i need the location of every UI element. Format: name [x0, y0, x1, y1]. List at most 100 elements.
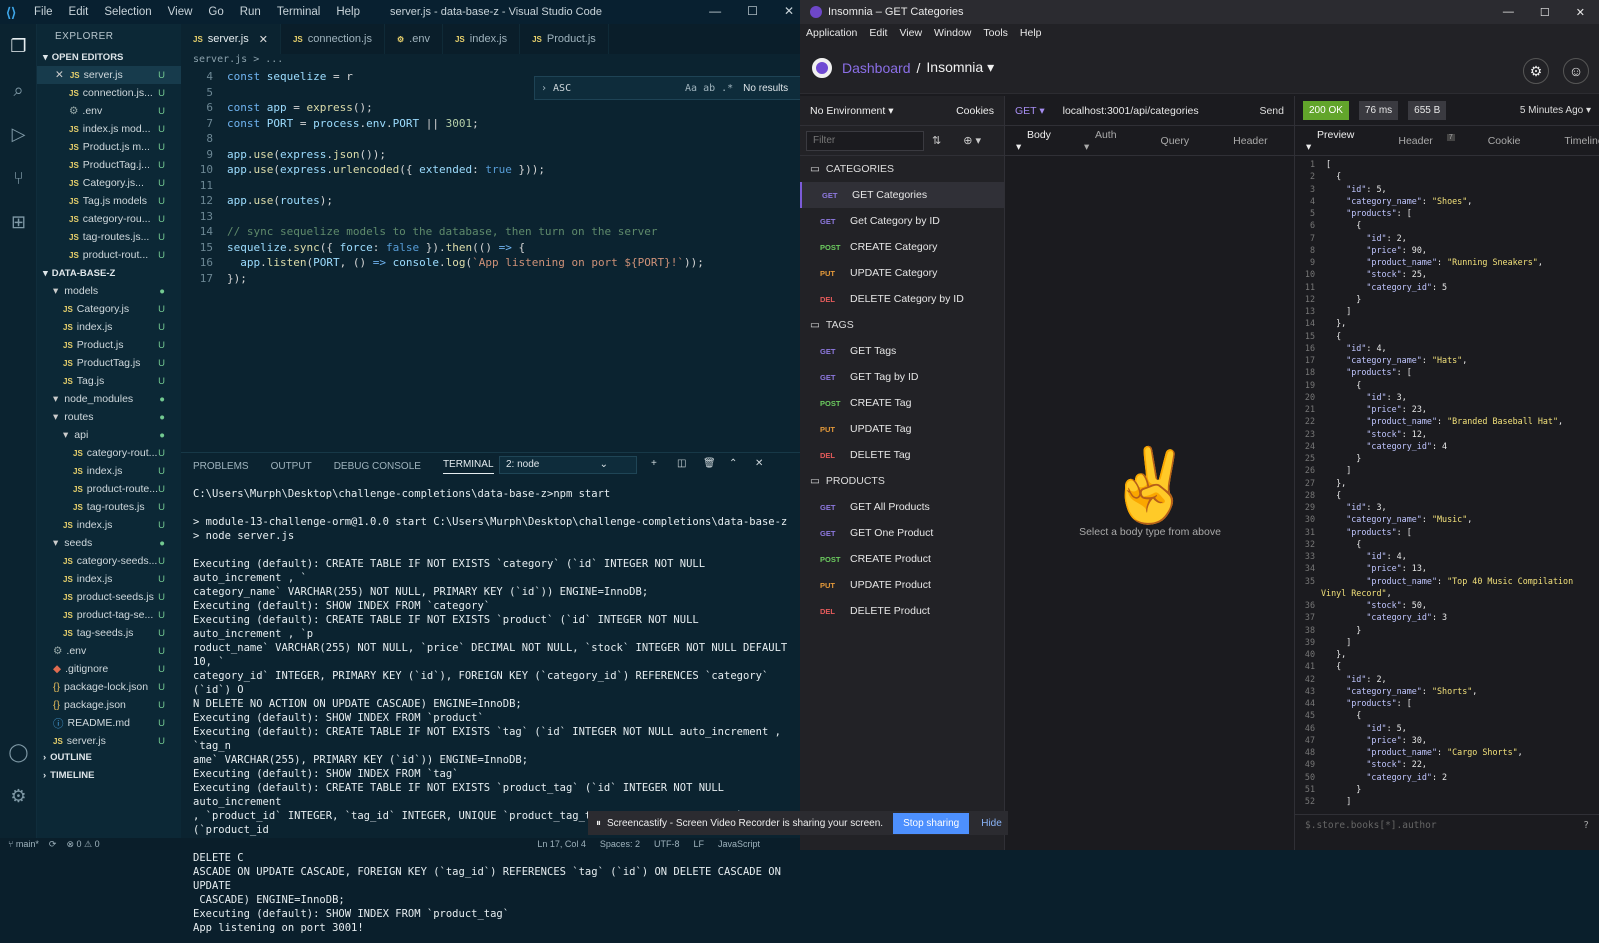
search-icon[interactable]: ⌕: [0, 68, 37, 112]
minimize-icon[interactable]: —: [1503, 6, 1514, 19]
open-editor-item[interactable]: JS index.js mod... U: [37, 120, 181, 138]
explorer-icon[interactable]: ❐: [0, 24, 37, 68]
open-editor-item[interactable]: JS ProductTag.j... U: [37, 156, 181, 174]
editor-tab[interactable]: ⚙ .env: [385, 24, 443, 54]
request-item[interactable]: GET Get Category by ID: [800, 208, 1004, 234]
editor-tab[interactable]: JS server.js ✕: [181, 24, 281, 54]
whole-word-icon[interactable]: ab: [703, 83, 715, 94]
menu-window[interactable]: Window: [934, 27, 971, 39]
extensions-icon[interactable]: ⊞: [0, 200, 37, 244]
tree-item[interactable]: JS product-route... U: [37, 480, 181, 498]
settings-gear-icon[interactable]: ⚙: [0, 774, 37, 818]
encoding[interactable]: UTF-8: [654, 839, 680, 849]
tree-item[interactable]: ▾ node_modules ●: [37, 390, 181, 408]
tree-item[interactable]: {} package.json U: [37, 696, 181, 714]
terminal-output[interactable]: C:\Users\Murph\Desktop\challenge-complet…: [181, 479, 800, 943]
add-request-icon[interactable]: ⊕ ▾: [963, 134, 981, 147]
tree-item[interactable]: JS Tag.js U: [37, 372, 181, 390]
close-tab-icon[interactable]: ✕: [259, 33, 268, 46]
tree-item[interactable]: JS server.js U: [37, 732, 181, 748]
menu-file[interactable]: File: [34, 6, 53, 18]
open-editor-item[interactable]: ✕ JS server.js U: [37, 66, 181, 84]
eol[interactable]: LF: [693, 839, 704, 849]
cursor-position[interactable]: Ln 17, Col 4: [537, 839, 586, 849]
menu-edit[interactable]: Edit: [69, 6, 89, 18]
request-item[interactable]: DEL DELETE Category by ID: [800, 286, 1004, 312]
request-item[interactable]: PUT UPDATE Product: [800, 572, 1004, 598]
open-editor-item[interactable]: JS product-rout... U: [37, 246, 181, 264]
history-dropdown[interactable]: 5 Minutes Ago ▾: [1520, 105, 1591, 116]
add-terminal-icon[interactable]: +: [651, 458, 657, 469]
split-terminal-icon[interactable]: ◫: [677, 458, 686, 469]
terminal-select[interactable]: 2: node ⌄: [499, 456, 637, 474]
tree-item[interactable]: JS Product.js U: [37, 336, 181, 354]
request-tab-header[interactable]: Header: [1211, 135, 1289, 147]
outline-header[interactable]: › OUTLINE: [37, 748, 181, 766]
open-editor-item[interactable]: ⚙ .env U: [37, 102, 181, 120]
response-filter-input[interactable]: $.store.books[*].author: [1305, 820, 1437, 831]
panel-tab-problems[interactable]: PROBLEMS: [193, 461, 249, 472]
trash-icon[interactable]: 🗑: [703, 458, 716, 469]
response-tab-timeline[interactable]: Timeline: [1542, 135, 1599, 147]
regex-icon[interactable]: .*: [721, 83, 733, 94]
editor-tab[interactable]: JS connection.js: [281, 24, 385, 54]
open-editor-item[interactable]: JS connection.js... U: [37, 84, 181, 102]
preferences-gear-icon[interactable]: ⚙: [1523, 58, 1549, 84]
tree-item[interactable]: JS index.js U: [37, 570, 181, 588]
tree-item[interactable]: JS index.js U: [37, 462, 181, 480]
maximize-panel-icon[interactable]: ⌃: [729, 458, 737, 469]
stop-sharing-button[interactable]: Stop sharing: [893, 812, 970, 834]
code-editor[interactable]: JS server.js ✕ JS connection.js ⚙ .env JS index.…: [181, 24, 879, 452]
menu-selection[interactable]: Selection: [104, 6, 151, 18]
response-tab-preview[interactable]: Preview ▾: [1295, 129, 1376, 153]
branch-indicator[interactable]: ⑂ main*: [8, 839, 39, 849]
dashboard-link[interactable]: Dashboard: [842, 60, 911, 76]
request-item[interactable]: PUT UPDATE Tag: [800, 416, 1004, 442]
tree-item[interactable]: JS category-rout... U: [37, 444, 181, 462]
request-item[interactable]: GET GET All Products: [800, 494, 1004, 520]
close-icon[interactable]: ✕: [1576, 6, 1585, 19]
request-item[interactable]: DEL DELETE Tag: [800, 442, 1004, 468]
tree-item[interactable]: ▾ routes ●: [37, 408, 181, 426]
tree-item[interactable]: JS product-seeds.js U: [37, 588, 181, 606]
open-editor-item[interactable]: JS Product.js m... U: [37, 138, 181, 156]
menu-edit[interactable]: Edit: [869, 27, 887, 39]
request-item[interactable]: GET GET Tags: [800, 338, 1004, 364]
close-editor-icon[interactable]: ✕: [55, 69, 64, 81]
source-control-icon[interactable]: ⑂: [0, 156, 37, 200]
filter-input[interactable]: Filter: [806, 130, 924, 151]
send-button[interactable]: Send: [1259, 105, 1284, 117]
menu-view[interactable]: View: [168, 6, 193, 18]
method-dropdown[interactable]: GET ▾: [1015, 105, 1045, 117]
menu-run[interactable]: Run: [240, 6, 261, 18]
project-header[interactable]: ▾ DATA-BASE-Z: [37, 264, 181, 282]
open-editor-item[interactable]: JS Category.js... U: [37, 174, 181, 192]
request-item[interactable]: GET GET Categories: [800, 182, 1004, 208]
panel-tab-debug-console[interactable]: DEBUG CONSOLE: [334, 461, 421, 472]
sync-icon[interactable]: ⟳: [49, 839, 57, 850]
problems-indicator[interactable]: ⊗ 0 ⚠ 0: [66, 839, 99, 850]
tree-item[interactable]: ▾ api ●: [37, 426, 181, 444]
request-tab-query[interactable]: Query: [1139, 135, 1212, 147]
request-item[interactable]: PUT UPDATE Category: [800, 260, 1004, 286]
indent-info[interactable]: Spaces: 2: [600, 839, 640, 849]
panel-tab-output[interactable]: OUTPUT: [271, 461, 312, 472]
tree-item[interactable]: JS category-seeds... U: [37, 552, 181, 570]
hide-button[interactable]: Hide: [981, 818, 1002, 829]
response-tab-cookie[interactable]: Cookie: [1466, 135, 1543, 147]
editor-tab[interactable]: JS index.js: [443, 24, 521, 54]
panel-tab-terminal[interactable]: TERMINAL: [442, 459, 494, 474]
open-editor-item[interactable]: JS Tag.js models U: [37, 192, 181, 210]
tree-item[interactable]: JS Category.js U: [37, 300, 181, 318]
folder-tags[interactable]: ▭ TAGS: [800, 312, 1004, 338]
account-icon[interactable]: ◯: [0, 730, 37, 774]
environment-dropdown[interactable]: No Environment ▾: [810, 105, 894, 117]
request-item[interactable]: GET GET One Product: [800, 520, 1004, 546]
match-case-icon[interactable]: Aa: [685, 83, 697, 94]
response-tab-header[interactable]: Header 7: [1376, 134, 1465, 147]
tree-item[interactable]: JS ProductTag.js U: [37, 354, 181, 372]
help-icon[interactable]: ?: [1583, 820, 1589, 831]
cookies-button[interactable]: Cookies: [956, 105, 994, 117]
tree-item[interactable]: JS index.js U: [37, 318, 181, 336]
request-item[interactable]: POST CREATE Product: [800, 546, 1004, 572]
